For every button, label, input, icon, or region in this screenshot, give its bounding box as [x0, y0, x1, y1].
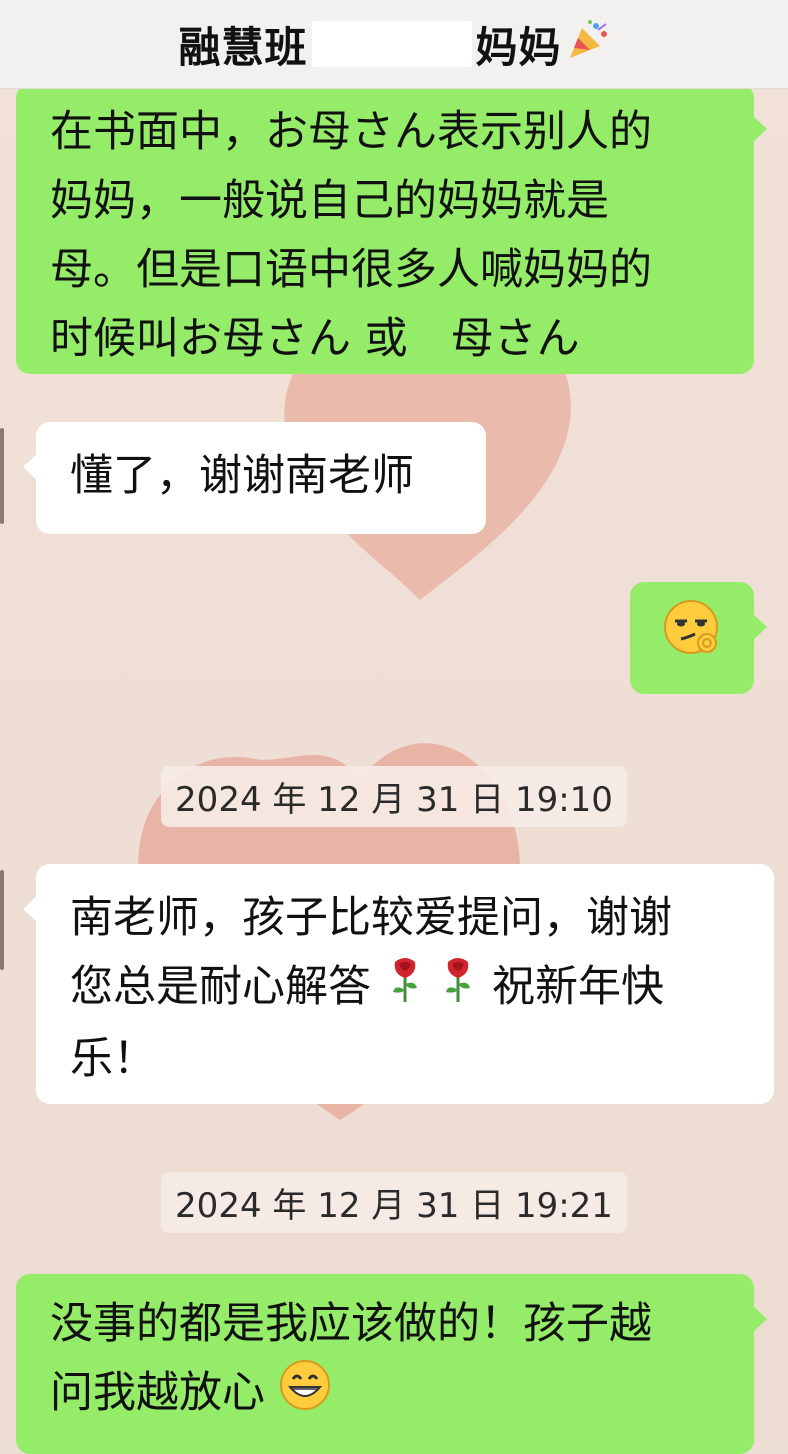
message-text: 您总是耐心解答: [70, 962, 371, 1012]
message-line: 懂了，谢谢南老师: [70, 451, 414, 501]
message-line: 时候叫お母さん 或 母さん: [50, 314, 580, 364]
message-bubble[interactable]: 懂了，谢谢南老师: [23, 422, 486, 534]
chat-title-right: 妈妈: [475, 22, 562, 72]
message-bubble[interactable]: [630, 582, 767, 694]
message-line: 没事的都是我应该做的！孩子越: [50, 1299, 652, 1349]
party-popper-icon: [566, 18, 610, 71]
message-text: 问我越放心: [50, 1368, 265, 1418]
message-text: 祝新年快: [492, 962, 665, 1012]
message-line: 南老师，孩子比较爱提问，谢谢: [70, 893, 672, 943]
timestamp: 2024 年 12 月 31 日 19:10: [161, 766, 627, 827]
message-line: 母。但是口语中很多人喊妈妈的: [50, 245, 652, 295]
chat-header: 融慧班 妈妈: [0, 0, 788, 89]
message-line: 在书面中，お母さん表示别人的: [50, 107, 652, 157]
message-line-with-emoji: 您总是耐心解答 祝新年快: [70, 953, 774, 1025]
message-line: 乐！: [70, 1034, 156, 1084]
message-bubble[interactable]: 没事的都是我应该做的！孩子越 问我越放心: [16, 1274, 767, 1454]
avatar-edge: [0, 428, 4, 524]
timestamp: 2024 年 12 月 31 日 19:21: [161, 1172, 627, 1233]
chat-title-left: 融慧班: [178, 22, 308, 72]
rose-icon: [385, 954, 425, 1025]
message-bubble[interactable]: 在书面中，お母さん表示别人的 妈妈，一般说自己的妈妈就是 母。但是口语中很多人喊…: [16, 84, 767, 374]
message-line: 妈妈，一般说自己的妈妈就是: [50, 176, 609, 226]
smirk-face-icon: [663, 599, 721, 678]
chat-title[interactable]: 融慧班 妈妈: [178, 14, 609, 75]
message-line-with-emoji: 问我越放心: [50, 1359, 754, 1432]
grinning-face-icon: [279, 1359, 331, 1432]
avatar-edge: [0, 870, 4, 970]
redacted-name: [311, 21, 472, 67]
rose-icon: [438, 954, 478, 1025]
message-bubble[interactable]: 南老师，孩子比较爱提问，谢谢 您总是耐心解答 祝新年快 乐！: [23, 864, 774, 1104]
